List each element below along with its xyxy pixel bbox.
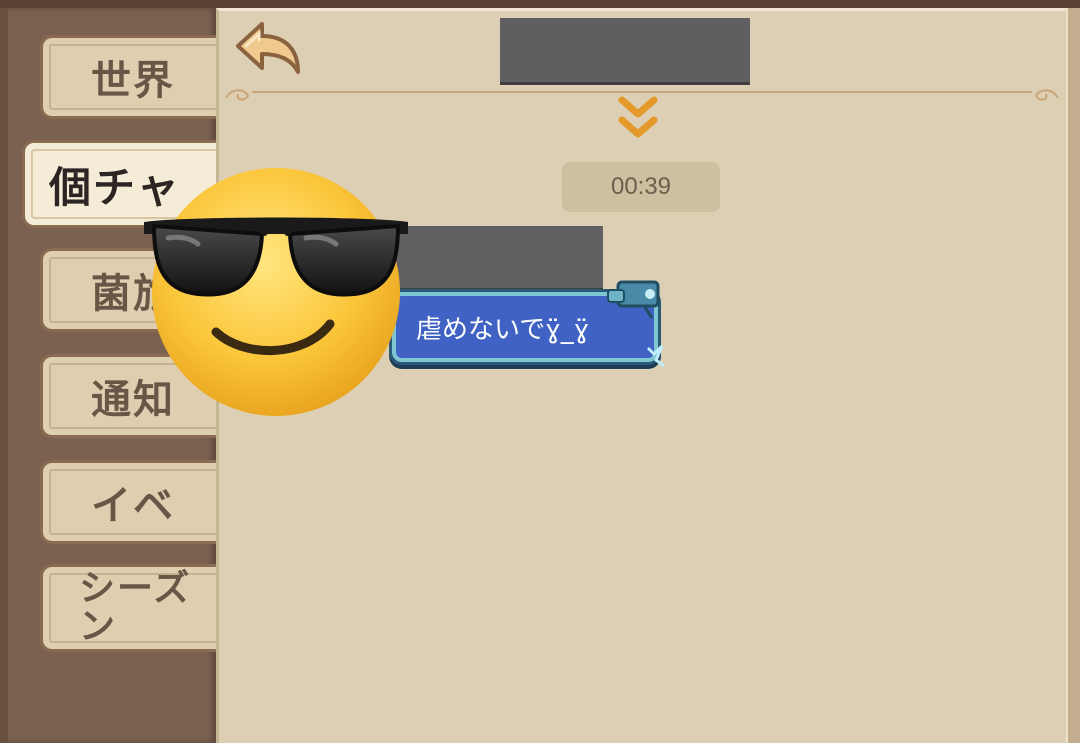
bubble-frame-gadget-icon: [607, 280, 665, 368]
tab-events[interactable]: イベ: [40, 460, 240, 544]
scroll-down-button[interactable]: [614, 94, 662, 142]
back-arrow-icon: [236, 22, 300, 74]
tab-world[interactable]: 世界: [40, 35, 240, 119]
chat-title-redacted: [500, 18, 750, 82]
message-timestamp: 00:39: [562, 162, 720, 212]
tab-season-label: シーズ ン: [79, 568, 192, 647]
sunglasses-smiley-icon: [144, 168, 408, 416]
sidebar-edge: [0, 8, 8, 743]
panel-right-edge: [1066, 8, 1080, 743]
message-text: 虐めないでɣ̈̈_ɣ̈̈: [416, 314, 590, 345]
tab-world-label: 世界: [91, 58, 175, 104]
tab-season[interactable]: シーズ ン: [40, 564, 240, 652]
message-timestamp-text: 00:39: [610, 173, 672, 200]
window-top-frame: [0, 0, 1080, 8]
double-chevron-down-icon: [618, 96, 658, 138]
tab-events-label: イベ: [91, 483, 175, 529]
back-button[interactable]: [232, 18, 304, 80]
